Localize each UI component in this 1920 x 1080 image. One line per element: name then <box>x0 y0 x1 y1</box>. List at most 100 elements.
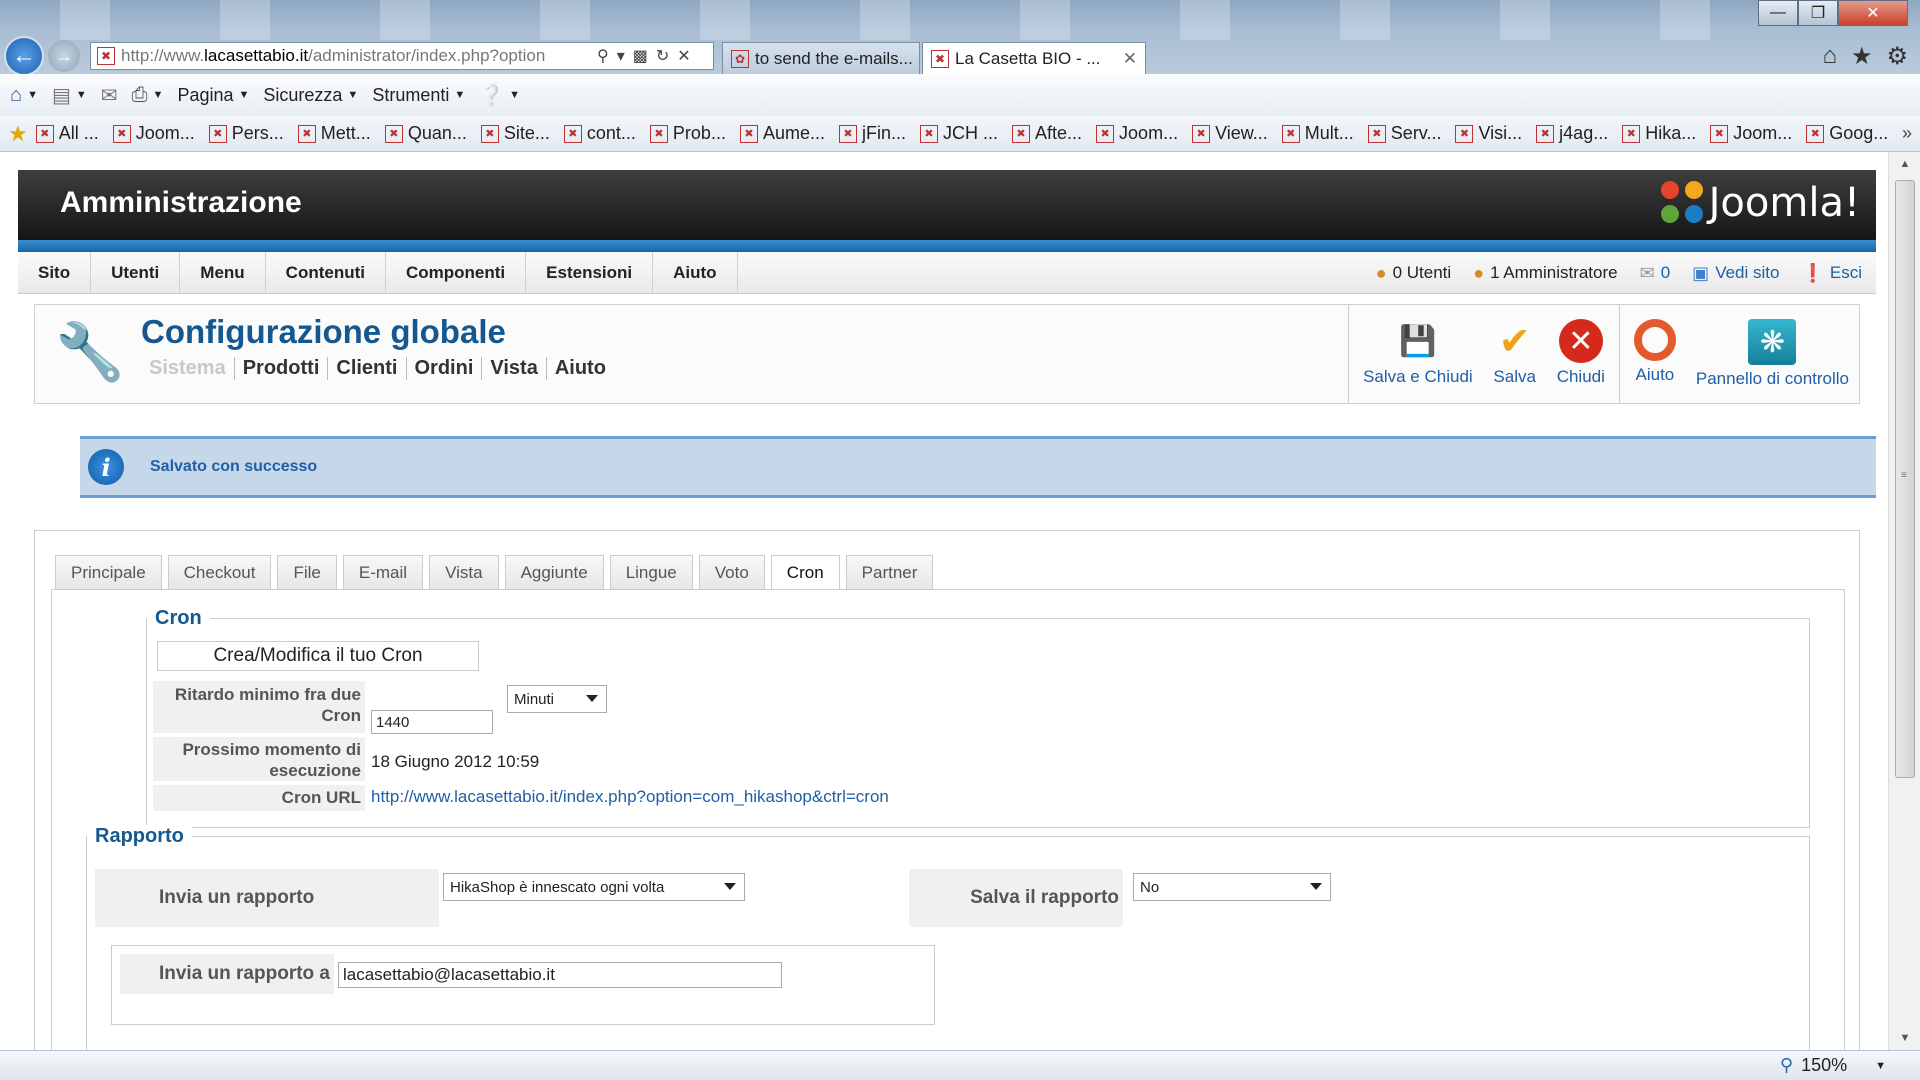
scroll-down-icon[interactable]: ▼ <box>1889 1026 1920 1050</box>
feeds-command[interactable]: ▤ ▼ <box>52 83 87 108</box>
favorite-item[interactable]: ✖ Joom... <box>1710 123 1792 144</box>
home-command[interactable]: ⌂ ▼ <box>10 84 38 107</box>
subnav-ordini[interactable]: Ordini <box>407 357 483 380</box>
forward-button[interactable]: → <box>48 40 80 72</box>
back-button[interactable]: ← <box>4 36 44 76</box>
tab-vista[interactable]: Vista <box>429 555 499 589</box>
favorite-item[interactable]: ✖ Mett... <box>297 123 371 144</box>
zoom-icon: ⚲ <box>1779 1055 1794 1075</box>
mail-command[interactable]: ✉ <box>101 83 118 108</box>
close-window-button[interactable]: ✕ <box>1838 0 1908 26</box>
subnav-prodotti[interactable]: Prodotti <box>235 357 329 380</box>
restore-button[interactable]: ❐ <box>1798 0 1838 26</box>
help-label: Aiuto <box>1635 365 1675 384</box>
vertical-scrollbar[interactable]: ▲ ≡ ▼ <box>1888 152 1920 1050</box>
favorite-item[interactable]: ✖ j4ag... <box>1536 123 1608 144</box>
favorite-item[interactable]: ✖ Afte... <box>1012 123 1082 144</box>
favorite-item[interactable]: ✖ Quan... <box>384 123 467 144</box>
menu-aiuto[interactable]: Aiuto <box>653 251 738 294</box>
print-command[interactable]: ⎙ ▼ <box>132 84 164 107</box>
favorite-favicon-icon: ✖ <box>112 124 131 143</box>
menu-contenuti[interactable]: Contenuti <box>266 251 386 294</box>
page-menu[interactable]: Pagina ▼ <box>177 85 249 106</box>
send-to-input[interactable]: lacasettabio@lacasettabio.it <box>338 962 782 988</box>
tab-file[interactable]: File <box>277 555 337 589</box>
subnav-vista[interactable]: Vista <box>482 357 547 380</box>
favorite-item[interactable]: ✖ Hika... <box>1622 123 1696 144</box>
favorite-item[interactable]: ✖ Joom... <box>1096 123 1178 144</box>
favorite-item[interactable]: ✖ jFin... <box>838 123 906 144</box>
search-icon[interactable]: ⚲ <box>597 46 609 66</box>
tab-close-icon[interactable]: ✕ <box>1123 49 1137 69</box>
tab-principale[interactable]: Principale <box>55 555 162 589</box>
min-delay-unit-select[interactable]: Minuti <box>507 685 607 713</box>
close-button[interactable]: ✕ Chiudi <box>1547 305 1615 387</box>
favorite-favicon-icon: ✖ <box>649 124 668 143</box>
control-panel-button[interactable]: ❋ Pannello di controllo <box>1686 305 1859 389</box>
subnav-sistema[interactable]: Sistema <box>141 357 235 380</box>
status-admins-label: 1 Amministratore <box>1490 263 1618 282</box>
favorite-item[interactable]: ✖ Site... <box>480 123 550 144</box>
favorite-item[interactable]: ✖ Pers... <box>208 123 284 144</box>
menu-menu[interactable]: Menu <box>180 251 266 294</box>
menu-sito[interactable]: Sito <box>18 251 92 294</box>
save-report-select[interactable]: No <box>1133 873 1331 901</box>
safety-menu[interactable]: Sicurezza ▼ <box>263 85 358 106</box>
favorite-item[interactable]: ✖ View... <box>1192 123 1268 144</box>
send-report-select[interactable]: HikaShop è innescato ogni volta <box>443 873 745 901</box>
help-button[interactable]: Aiuto <box>1624 305 1686 385</box>
tab-partner[interactable]: Partner <box>845 555 934 589</box>
favorite-item[interactable]: ✖ cont... <box>563 123 636 144</box>
status-messages[interactable]: ✉ 0 <box>1640 263 1671 284</box>
tab-checkout[interactable]: Checkout <box>167 555 272 589</box>
favorite-item[interactable]: ✖ Aume... <box>739 123 825 144</box>
stop-icon[interactable]: ✕ <box>677 46 690 66</box>
favorite-item[interactable]: ✖ Prob... <box>649 123 726 144</box>
chevron-right-icon[interactable]: » <box>1902 123 1912 144</box>
favorite-item[interactable]: ✖ All ... <box>35 123 99 144</box>
compatibility-icon[interactable]: ▩ <box>633 46 648 66</box>
scroll-up-icon[interactable]: ▲ <box>1889 152 1920 176</box>
subnav-aiuto[interactable]: Aiuto <box>547 357 614 380</box>
menu-estensioni[interactable]: Estensioni <box>526 251 654 294</box>
menu-utenti[interactable]: Utenti <box>91 251 181 294</box>
favorite-favicon-icon: ✖ <box>480 124 499 143</box>
favorite-item[interactable]: ✖ Visi... <box>1455 123 1522 144</box>
subnav-clienti[interactable]: Clienti <box>328 357 407 380</box>
favorite-item[interactable]: ✖ Serv... <box>1367 123 1441 144</box>
address-url[interactable]: http://www.lacasettabio.it/administrator… <box>121 46 591 66</box>
save-button[interactable]: ✔ Salva <box>1483 305 1547 387</box>
gear-icon[interactable]: ⚙ <box>1886 42 1908 71</box>
favorite-item[interactable]: ✖ Mult... <box>1281 123 1354 144</box>
edit-cron-button[interactable]: Crea/Modifica il tuo Cron <box>157 641 479 671</box>
tools-menu[interactable]: Strumenti ▼ <box>372 85 465 106</box>
zoom-control[interactable]: ⚲ 150% ▼ <box>1780 1055 1886 1076</box>
refresh-icon[interactable]: ↻ <box>656 46 669 66</box>
cron-url-link[interactable]: http://www.lacasettabio.it/index.php?opt… <box>371 787 889 807</box>
menu-componenti[interactable]: Componenti <box>386 251 527 294</box>
tab-cron[interactable]: Cron <box>770 555 840 590</box>
favorite-label: Mult... <box>1304 123 1354 143</box>
min-delay-input[interactable]: 1440 <box>371 710 493 734</box>
logout-link[interactable]: ❗ Esci <box>1801 263 1862 284</box>
tab-lingue[interactable]: Lingue <box>609 555 693 589</box>
save-close-button[interactable]: 💾 Salva e Chiudi <box>1353 305 1483 387</box>
home-icon[interactable]: ⌂ <box>1822 42 1837 71</box>
status-users: ● 0 Utenti <box>1376 263 1451 284</box>
favorite-item[interactable]: ✖ Joom... <box>112 123 195 144</box>
view-site-link[interactable]: ▣ Vedi sito <box>1692 263 1779 284</box>
minimize-button[interactable]: — <box>1758 0 1798 26</box>
tab-voto[interactable]: Voto <box>698 555 765 589</box>
dropdown-icon[interactable]: ▾ <box>617 46 625 66</box>
favorite-item[interactable]: ✖ JCH ... <box>920 123 998 144</box>
favorites-star-icon[interactable]: ★ <box>8 121 28 147</box>
favorites-star-icon[interactable]: ★ <box>1851 42 1873 71</box>
help-menu[interactable]: ❔ ▼ <box>479 83 520 108</box>
browser-tab-active[interactable]: ✖ La Casetta BIO - ... ✕ <box>922 42 1146 74</box>
browser-tab[interactable]: ✿ to send the e-mails... <box>722 42 920 74</box>
favorite-item[interactable]: ✖ Goog... <box>1806 123 1888 144</box>
tab-email[interactable]: E-mail <box>342 555 424 589</box>
save-label: Salva <box>1493 367 1536 386</box>
tab-aggiunte[interactable]: Aggiunte <box>504 555 604 589</box>
address-bar[interactable]: ✖ http://www.lacasettabio.it/administrat… <box>90 42 714 70</box>
